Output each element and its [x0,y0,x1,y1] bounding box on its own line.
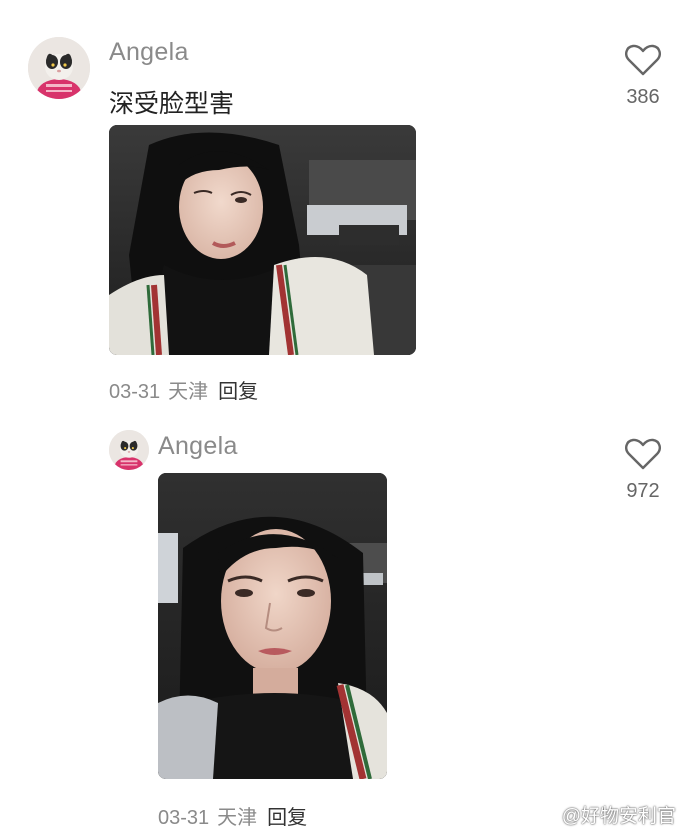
username[interactable]: Angela [109,38,189,67]
selfie-image [158,473,387,779]
heart-icon [625,438,661,470]
comment-photo[interactable] [158,473,387,779]
cat-avatar-icon [28,37,90,99]
like-count: 972 [626,480,660,502]
comment-meta: 03-31 天津 回复 [109,375,258,404]
reply-button[interactable]: 回复 [218,381,258,403]
reply-button[interactable]: 回复 [267,807,307,829]
watermark: @好物安利官 [531,801,676,828]
comment-date: 03-31 [158,807,210,829]
comment-text: 深受脸型害 [109,90,235,118]
avatar[interactable] [109,430,149,470]
comment-meta: 03-31 天津 回复 [158,801,307,830]
selfie-image [109,125,416,355]
like-count: 386 [626,86,660,108]
comment-location: 天津 [217,807,258,829]
like-button[interactable]: 386 [613,44,673,109]
username[interactable]: Angela [158,432,238,461]
comment-list: Angela 深受脸型害 03-31 天津 回复 386 Angela 03-3… [0,0,690,836]
watermark-text: @好物安利官 [561,806,676,827]
comment-location: 天津 [168,381,209,403]
weibo-logo-icon [531,805,557,826]
heart-icon [625,44,661,76]
like-button[interactable]: 972 [613,438,673,503]
avatar[interactable] [28,37,90,99]
comment-date: 03-31 [109,381,161,403]
cat-avatar-icon [109,430,149,470]
comment-photo[interactable] [109,125,416,355]
